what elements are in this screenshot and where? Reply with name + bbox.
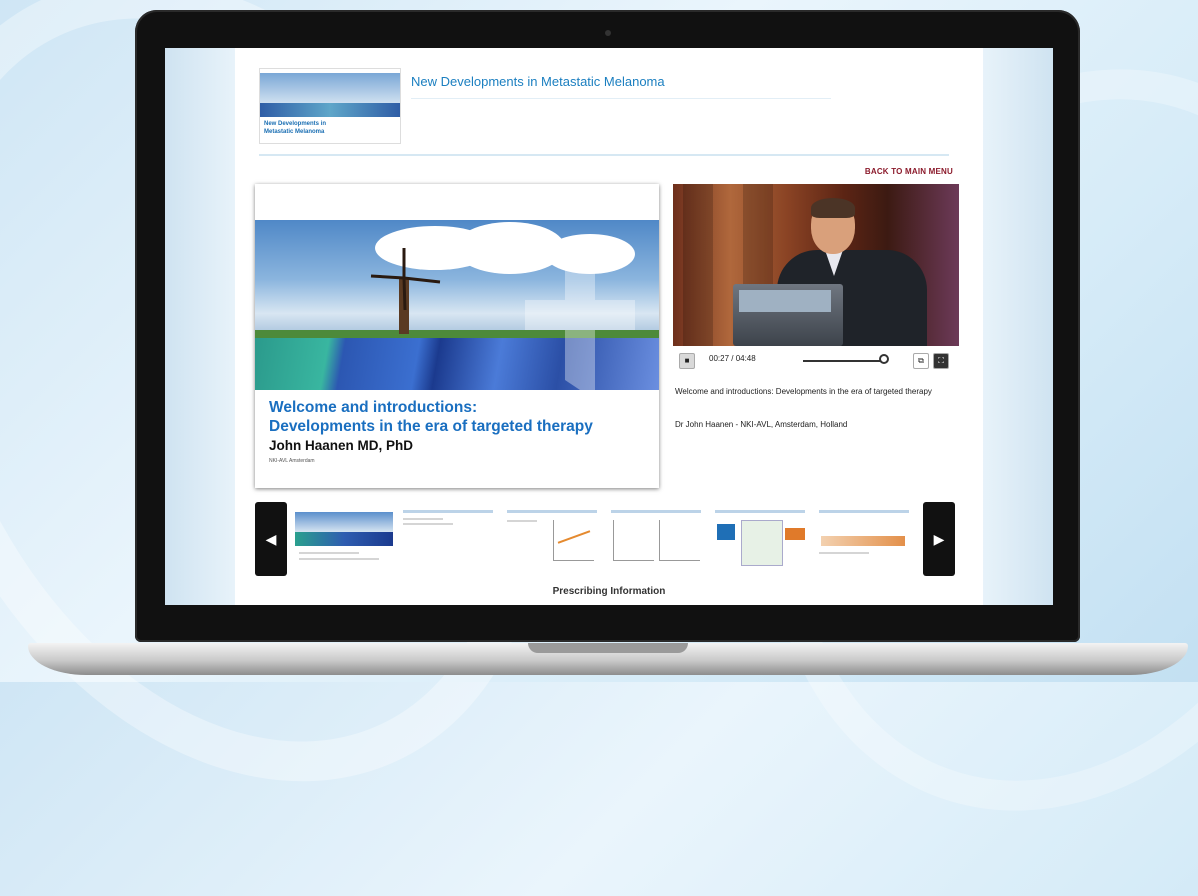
carousel-thumb[interactable] — [295, 506, 393, 570]
chevron-left-icon[interactable]: ◀ — [255, 502, 287, 576]
header-thumb-title-2: Metastatic Melanoma — [264, 129, 325, 135]
video-time: 00:27 / 04:48 — [709, 354, 756, 363]
logo-watermark-icon — [525, 250, 635, 390]
slide-carousel: ◀ ▶ — [255, 502, 955, 576]
web-page: New Developments in Metastatic Melanoma … — [235, 48, 983, 605]
laptop-notch — [528, 643, 688, 653]
progress-knob[interactable] — [879, 354, 889, 364]
progress-track[interactable] — [803, 360, 881, 362]
windmill-photo — [255, 220, 659, 390]
play-icon[interactable]: ■ — [679, 353, 695, 369]
prescribing-information-link[interactable]: Prescribing Information — [235, 586, 983, 597]
video-speaker: Dr John Haanen - NKI-AVL, Amsterdam, Hol… — [675, 420, 848, 429]
laptop-screen: New Developments in Metastatic Melanoma … — [165, 48, 1053, 605]
fullscreen-icon[interactable]: ⛶ — [933, 353, 949, 369]
slide-heading-line-1: Welcome and introductions: — [269, 399, 478, 416]
webcam — [605, 30, 611, 36]
popout-icon[interactable]: ⧉ — [913, 353, 929, 369]
slide-speaker-name: John Haanen MD, PhD — [269, 438, 414, 453]
title-divider — [411, 98, 831, 99]
header-thumbnail: New Developments in Metastatic Melanoma — [259, 68, 401, 144]
video-player[interactable] — [673, 184, 959, 346]
chevron-right-icon[interactable]: ▶ — [923, 502, 955, 576]
header-divider — [259, 154, 949, 156]
windmill-icon — [370, 248, 441, 334]
slide-affiliation: NKI-AVL Amsterdam — [269, 458, 315, 464]
page-title: New Developments in Metastatic Melanoma — [411, 74, 665, 89]
carousel-thumb[interactable] — [399, 506, 497, 570]
carousel-thumb[interactable] — [607, 506, 705, 570]
header-thumb-title-1: New Developments in — [264, 121, 327, 127]
slide-heading-line-2: Developments in the era of targeted ther… — [269, 418, 593, 435]
video-controls: ■ 00:27 / 04:48 ⧉ ⛶ — [673, 346, 959, 374]
video-title: Welcome and introductions: Developments … — [675, 387, 932, 396]
presentation-slide: Welcome and introductions: Developments … — [255, 184, 659, 488]
carousel-thumb[interactable] — [815, 506, 913, 570]
carousel-thumb[interactable] — [503, 506, 601, 570]
carousel-thumb[interactable] — [711, 506, 809, 570]
back-to-main-menu-link[interactable]: BACK TO MAIN MENU — [865, 167, 953, 176]
